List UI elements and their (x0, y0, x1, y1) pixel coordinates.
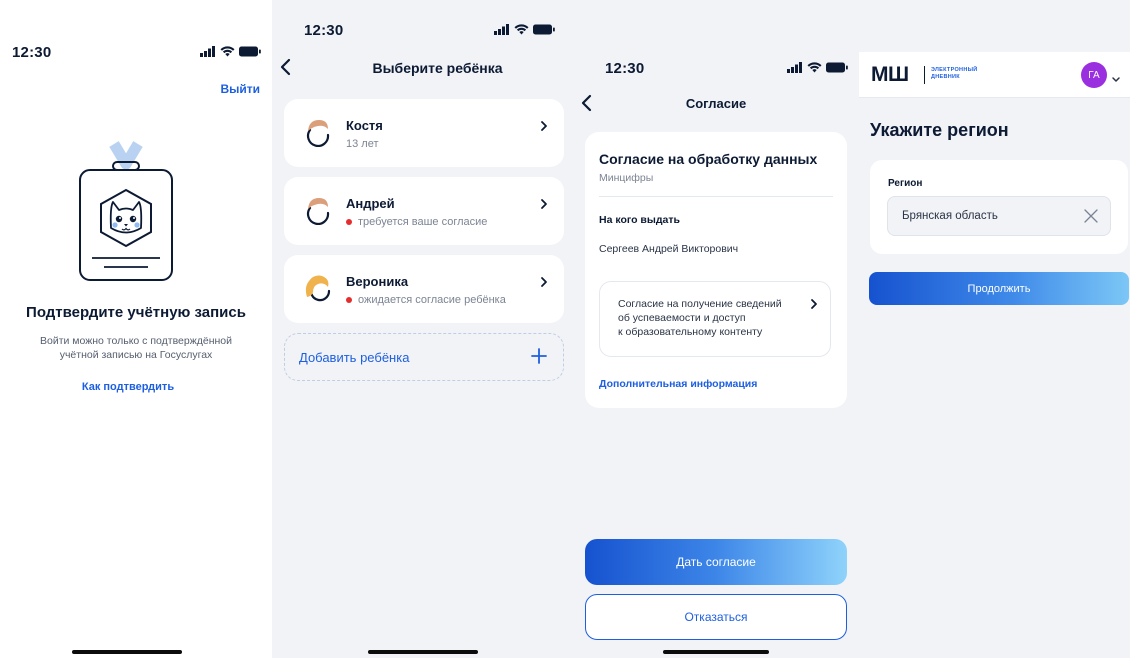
recipient-label: На кого выдать (599, 214, 680, 226)
status-icons (200, 46, 261, 57)
region-field-label: Регион (888, 178, 923, 189)
home-indicator (663, 650, 769, 654)
consent-card-subtitle: Минцифры (599, 172, 654, 184)
child-name: Андрей (346, 196, 395, 211)
region-screen: МШ ЭЛЕКТРОННЫЙ ДНЕВНИК ГА Укажите регион… (859, 0, 1130, 658)
consent-item-text: Согласие на получение сведений об успева… (618, 297, 798, 339)
continue-button[interactable]: Продолжить (869, 272, 1129, 305)
choose-child-screen: 12:30 Выберите ребёнка Костя 13 лет Андр… (272, 0, 573, 658)
logo[interactable]: МШ (871, 64, 909, 86)
child-status-text: требуется ваше согласие (358, 216, 488, 228)
status-time: 12:30 (605, 60, 645, 77)
chevron-right-icon (540, 275, 548, 293)
subtitle-line-1: Войти можно только с подтверждённой (39, 335, 232, 347)
subtitle-line-2: учётной записью на Госуслугах (59, 349, 213, 361)
user-avatar[interactable]: ГА (1081, 62, 1107, 88)
battery-icon (533, 24, 555, 35)
clear-icon[interactable] (1084, 209, 1098, 228)
consent-item-line-3: к образовательному контенту (618, 326, 763, 338)
signal-icon (494, 24, 509, 35)
divider (599, 196, 833, 197)
plus-icon (531, 348, 547, 369)
logo-subtitle: ЭЛЕКТРОННЫЙ ДНЕВНИК (931, 67, 978, 81)
child-name: Костя (346, 118, 383, 133)
status-time: 12:30 (12, 44, 52, 61)
child-status-text: 13 лет (346, 138, 379, 150)
signal-icon (200, 46, 215, 57)
home-indicator (72, 650, 182, 654)
confirm-account-screen: 12:30 Выйти Подтвердите учётную запись В… (0, 0, 272, 658)
child-status: ожидается согласие ребёнка (346, 294, 506, 306)
chevron-right-icon (540, 119, 548, 137)
consent-item[interactable]: Согласие на получение сведений об успева… (599, 281, 831, 357)
decline-button[interactable]: Отказаться (585, 594, 847, 640)
page-title: Согласие (685, 96, 747, 111)
home-indicator (368, 650, 478, 654)
give-consent-button[interactable]: Дать согласие (585, 539, 847, 585)
region-card: Регион Брянская область (870, 160, 1128, 254)
status-icons (494, 24, 555, 35)
confirm-title: Подтвердите учётную запись (26, 304, 246, 321)
child-card-andrey[interactable]: Андрей требуется ваше согласие (284, 177, 564, 245)
page-title: Выберите ребёнка (372, 60, 503, 76)
signal-icon (787, 62, 802, 73)
recipient-name: Сергеев Андрей Викторович (599, 243, 739, 255)
child-status: требуется ваше согласие (346, 216, 487, 228)
page-title: Укажите регион (870, 120, 1009, 140)
back-arrow-icon[interactable] (280, 58, 292, 81)
alert-dot (346, 219, 352, 225)
region-select[interactable]: Брянская область (887, 196, 1111, 236)
consent-item-line-1: Согласие на получение сведений (618, 298, 782, 310)
wifi-icon (220, 46, 235, 57)
alert-dot (346, 297, 352, 303)
consent-screen: 12:30 Согласие Согласие на обработку дан… (573, 0, 859, 658)
consent-item-line-2: об успеваемости и доступ (618, 312, 746, 324)
how-to-confirm-link[interactable]: Как подтвердить (0, 381, 256, 393)
status-icons (787, 62, 848, 73)
more-info-link[interactable]: Дополнительная информация (599, 378, 757, 390)
child-avatar-icon (304, 273, 332, 308)
child-avatar-icon (304, 195, 332, 230)
account-badge-illustration (66, 140, 186, 287)
logo-divider (924, 66, 925, 84)
consent-card-title: Согласие на обработку данных (599, 151, 818, 167)
add-child-label: Добавить ребёнка (299, 350, 410, 365)
status-time: 12:30 (304, 22, 344, 39)
child-card-veronika[interactable]: Вероника ожидается согласие ребёнка (284, 255, 564, 323)
add-child-button[interactable]: Добавить ребёнка (284, 333, 564, 381)
child-status: 13 лет (346, 138, 379, 150)
battery-icon (826, 62, 848, 73)
app-header: МШ ЭЛЕКТРОННЫЙ ДНЕВНИК ГА (859, 52, 1130, 98)
wifi-icon (514, 24, 529, 35)
wifi-icon (807, 62, 822, 73)
child-avatar-icon (304, 117, 332, 152)
chevron-right-icon (810, 297, 818, 315)
battery-icon (239, 46, 261, 57)
logout-link[interactable]: Выйти (220, 82, 260, 96)
logo-subtitle-line-1: ЭЛЕКТРОННЫЙ (931, 67, 978, 73)
consent-card: Согласие на обработку данных Минцифры На… (585, 132, 847, 408)
chevron-right-icon (540, 197, 548, 215)
region-value: Брянская область (902, 210, 998, 222)
logo-subtitle-line-2: ДНЕВНИК (931, 74, 960, 80)
child-name: Вероника (346, 274, 409, 289)
child-card-kostya[interactable]: Костя 13 лет (284, 99, 564, 167)
child-status-text: ожидается согласие ребёнка (358, 294, 506, 306)
chevron-down-icon[interactable] (1111, 70, 1121, 88)
confirm-subtitle: Войти можно только с подтверждённой учёт… (16, 334, 256, 362)
